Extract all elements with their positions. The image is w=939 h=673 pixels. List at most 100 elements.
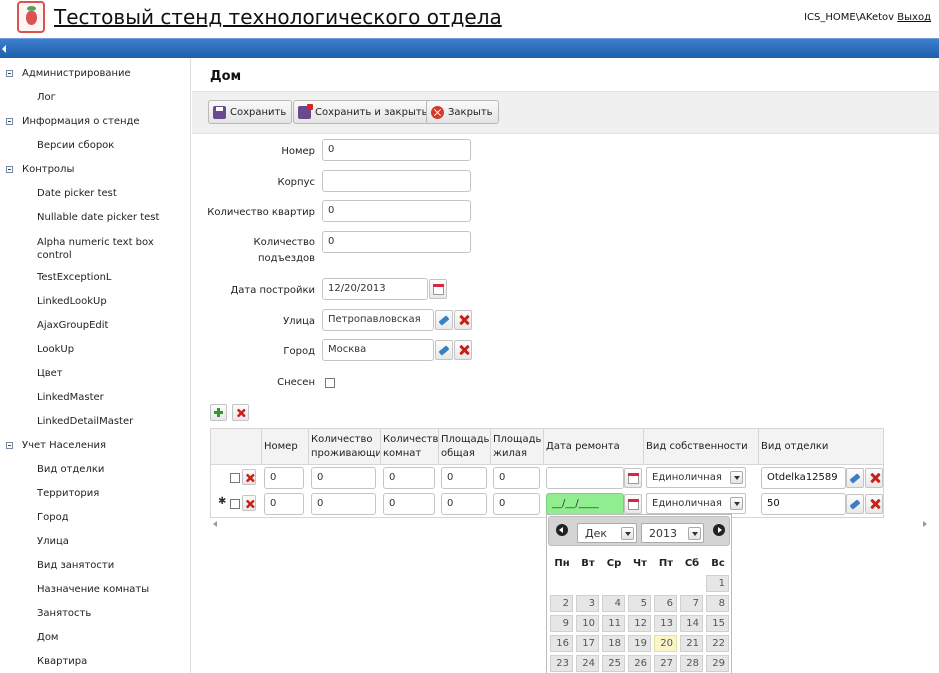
sidebar-item-house[interactable]: Дом [37,632,58,643]
cell-residents[interactable]: 0 [311,467,376,489]
cell-repair-date[interactable] [546,467,624,489]
calendar-day[interactable]: 4 [602,595,625,612]
sidebar-item-versions[interactable]: Версии сборок [37,140,114,151]
cell-repair-date-active[interactable]: __/__/____ [546,493,624,515]
scroll-left-icon[interactable] [213,521,217,527]
calendar-day[interactable]: 3 [576,595,599,612]
calendar-day[interactable]: 28 [680,655,703,672]
calendar-day[interactable]: 18 [602,635,625,652]
cell-number[interactable]: 0 [264,493,304,515]
calendar-day[interactable]: 15 [706,615,729,632]
street-lookup-button[interactable] [435,310,453,330]
demolished-checkbox[interactable] [325,378,335,388]
calendar-day[interactable]: 9 [550,615,573,632]
building-input[interactable] [322,170,471,192]
column-header-number[interactable]: Номер [261,429,308,464]
calendar-day[interactable]: 23 [550,655,573,672]
sidebar-item-ajaxgroupedit[interactable]: AjaxGroupEdit [37,320,108,331]
sidebar-item-territory[interactable]: Территория [37,488,99,499]
sidebar-item-employment[interactable]: Занятость [37,608,91,619]
row-delete-button[interactable] [242,469,256,485]
logout-link[interactable]: Выход [897,12,931,23]
column-header-residents[interactable]: Количество проживающих [308,429,380,464]
cell-finish[interactable]: 50 [761,493,846,515]
sidebar-item-lookup[interactable]: LookUp [37,344,74,355]
finish-clear-button[interactable] [865,494,883,514]
sidebar-group-info[interactable]: Информация о стенде [6,116,140,127]
number-input[interactable]: 0 [322,139,471,161]
app-title[interactable]: Тестовый стенд технологического отдела [54,5,502,29]
sidebar-item-linkedmaster[interactable]: LinkedMaster [37,392,104,403]
apartments-input[interactable]: 0 [322,200,471,222]
save-button[interactable]: Сохранить [208,100,293,124]
month-select[interactable]: Дек [577,523,637,543]
cell-area-living[interactable]: 0 [493,493,540,515]
entrances-input[interactable]: 0 [322,231,471,253]
column-header-repair-date[interactable]: Дата ремонта [543,429,643,464]
city-lookup-button[interactable] [435,340,453,360]
next-month-icon[interactable] [713,524,725,536]
row-select-checkbox[interactable] [230,473,240,483]
sidebar-item-finish-type[interactable]: Вид отделки [37,464,104,475]
column-header-rooms[interactable]: Количество комнат [380,429,438,464]
sidebar-group-admin[interactable]: Администрирование [6,68,131,79]
calendar-day[interactable]: 7 [680,595,703,612]
sidebar-item-street[interactable]: Улица [37,536,69,547]
calendar-day[interactable]: 2 [550,595,573,612]
calendar-day[interactable]: 5 [628,595,651,612]
cell-ownership-select[interactable]: Единоличная [646,493,746,514]
street-clear-button[interactable] [454,310,472,330]
cell-finish[interactable]: Otdelka12589 [761,467,846,489]
calendar-day[interactable]: 26 [628,655,651,672]
calendar-day[interactable]: 24 [576,655,599,672]
finish-lookup-button[interactable] [846,494,864,514]
finish-clear-button[interactable] [865,468,883,488]
calendar-day[interactable]: 6 [654,595,677,612]
column-header-ownership[interactable]: Вид собственности [643,429,758,464]
calendar-day[interactable]: 17 [576,635,599,652]
row-select-checkbox[interactable] [230,499,240,509]
calendar-day[interactable]: 19 [628,635,651,652]
sidebar-item-employment-type[interactable]: Вид занятости [37,560,114,571]
save-and-close-button[interactable]: Сохранить и закрыть [293,100,434,124]
cell-residents[interactable]: 0 [311,493,376,515]
calendar-day[interactable]: 22 [706,635,729,652]
sidebar-item-room-purpose[interactable]: Назначение комнаты [37,584,149,595]
sidebar-item-apartment[interactable]: Квартира [37,656,87,667]
repair-date-calendar-button[interactable] [624,468,642,488]
calendar-day[interactable]: 10 [576,615,599,632]
finish-lookup-button[interactable] [846,468,864,488]
collapse-arrow-icon[interactable] [2,45,6,53]
sidebar-group-population[interactable]: Учет Населения [6,440,106,451]
sidebar-item-color[interactable]: Цвет [37,368,63,379]
built-date-calendar-button[interactable] [429,279,447,299]
cell-area-living[interactable]: 0 [493,467,540,489]
scroll-right-icon[interactable] [923,521,927,527]
close-button[interactable]: Закрыть [426,100,499,124]
calendar-day[interactable]: 8 [706,595,729,612]
cell-ownership-select[interactable]: Единоличная [646,467,746,488]
repair-date-calendar-button[interactable] [624,494,642,514]
calendar-day[interactable]: 13 [654,615,677,632]
calendar-day[interactable]: 1 [706,575,729,592]
cell-number[interactable]: 0 [264,467,304,489]
year-select[interactable]: 2013 [641,523,704,543]
sidebar-item-date-picker-test[interactable]: Date picker test [37,188,117,199]
city-clear-button[interactable] [454,340,472,360]
calendar-day[interactable]: 25 [602,655,625,672]
column-header-area-total[interactable]: Площадь общая [438,429,490,464]
sidebar-item-alpha-numeric[interactable]: Alpha numeric text box control [37,236,177,262]
calendar-day[interactable]: 16 [550,635,573,652]
calendar-day[interactable]: 21 [680,635,703,652]
sidebar-item-nullable-date-picker[interactable]: Nullable date picker test [37,212,159,223]
delete-rows-button[interactable] [232,404,249,421]
row-delete-button[interactable] [242,495,256,511]
collapse-icon[interactable] [6,442,13,449]
cell-area-total[interactable]: 0 [441,493,487,515]
calendar-day[interactable]: 11 [602,615,625,632]
calendar-day[interactable]: 27 [654,655,677,672]
collapse-icon[interactable] [6,118,13,125]
collapse-icon[interactable] [6,70,13,77]
sidebar-item-log[interactable]: Лог [37,92,56,103]
collapse-icon[interactable] [6,166,13,173]
